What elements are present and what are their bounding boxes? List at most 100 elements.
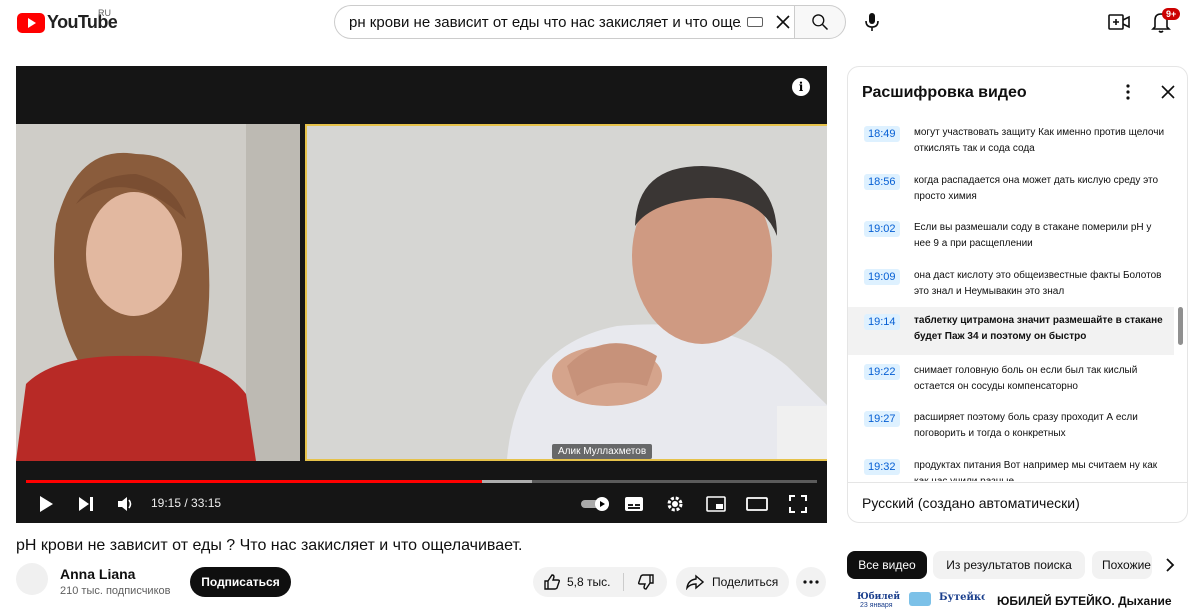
- info-icon[interactable]: i: [792, 78, 810, 96]
- transcript-segment-active[interactable]: 19:14 таблетку цитрамона значит размешай…: [848, 307, 1174, 355]
- volume-button[interactable]: [112, 490, 140, 518]
- volume-icon: [118, 497, 132, 511]
- create-button[interactable]: [1104, 7, 1134, 37]
- search-button[interactable]: [794, 5, 846, 39]
- fullscreen-button[interactable]: [784, 490, 812, 518]
- microphone-icon: [865, 13, 879, 31]
- transcript-segment[interactable]: 19:22 снимает головную боль он если был …: [848, 357, 1174, 405]
- share-label: Поделиться: [712, 575, 779, 589]
- transcript-close-button[interactable]: [1156, 80, 1180, 104]
- video-frame[interactable]: Алик Муллахметов i: [16, 66, 827, 523]
- segment-timestamp[interactable]: 19:27: [864, 411, 900, 427]
- segment-text: Если вы размешали соду в стакане померил…: [914, 222, 1152, 249]
- miniplayer-button[interactable]: [702, 490, 730, 518]
- create-video-icon: [1108, 14, 1130, 30]
- progress-played: [26, 480, 482, 483]
- autoplay-toggle[interactable]: [578, 490, 614, 518]
- recommendation-title[interactable]: ЮБИЛЕЙ БУТЕЙКО. Дыхание: [997, 594, 1172, 608]
- search-query-text: рн крови не зависит от еды что нас закис…: [349, 13, 741, 31]
- segment-text: таблетку цитрамона значит размешайте в с…: [914, 315, 1163, 342]
- progress-bar[interactable]: [26, 480, 817, 483]
- autoplay-icon: [581, 497, 609, 511]
- segment-timestamp[interactable]: 18:49: [864, 126, 900, 142]
- thumbs-down-icon: [637, 574, 654, 590]
- transcript-segment[interactable]: 18:49 могут участвовать защиту Как именн…: [848, 119, 1174, 167]
- subtitles-button[interactable]: [620, 490, 648, 518]
- segment-timestamp[interactable]: 19:14: [864, 314, 900, 330]
- theater-icon: [746, 497, 768, 511]
- participant-tile-left: [16, 124, 300, 461]
- subscribe-button[interactable]: Подписаться: [190, 567, 291, 597]
- like-dislike-group: 5,8 тыс.: [533, 567, 667, 597]
- video-player[interactable]: Алик Муллахметов i 19:15 / 33:15: [16, 66, 827, 523]
- thumbnail-text-jubilee: Юбилей: [857, 592, 901, 602]
- segment-timestamp[interactable]: 19:22: [864, 364, 900, 380]
- participant-name-tag: Алик Муллахметов: [552, 444, 653, 459]
- segment-text: снимает головную боль он если был так ки…: [914, 365, 1138, 392]
- share-button[interactable]: Поделиться: [676, 567, 789, 597]
- woman-video-image: [16, 124, 300, 461]
- transcript-segment[interactable]: 19:02 Если вы размешали соду в стакане п…: [848, 214, 1174, 262]
- segment-text: расширяет поэтому боль сразу проходит А …: [914, 412, 1138, 439]
- player-controls: 19:15 / 33:15: [16, 486, 827, 522]
- segment-text: могут участвовать защиту Как именно прот…: [914, 127, 1165, 154]
- transcript-segment[interactable]: 19:27 расширяет поэтому боль сразу прохо…: [848, 404, 1174, 452]
- chips-next-button[interactable]: [1160, 555, 1180, 575]
- thumbnail-photo: [909, 592, 931, 606]
- keyboard-icon[interactable]: [747, 17, 763, 27]
- channel-avatar[interactable]: [16, 563, 48, 595]
- settings-button[interactable]: [661, 490, 689, 518]
- channel-name[interactable]: Anna Liana: [60, 566, 135, 582]
- chevron-right-icon: [1166, 558, 1175, 572]
- more-horizontal-icon: [803, 580, 819, 584]
- clear-search-icon[interactable]: [771, 10, 795, 34]
- transcript-scrollbar[interactable]: [1178, 307, 1183, 345]
- segment-timestamp[interactable]: 19:02: [864, 221, 900, 237]
- segment-text: она даст кислоту это общеизвестные факты…: [914, 270, 1162, 297]
- subscriber-count: 210 тыс. подписчиков: [60, 585, 171, 597]
- thumbnail-text-date: 23 января: [860, 602, 893, 609]
- participant-tile-right: [305, 124, 827, 461]
- segment-text: продуктах питания Вот например мы считае…: [914, 460, 1158, 481]
- thumbnail-text-buteyko: Бутейко: [939, 592, 985, 603]
- video-title: pH крови не зависит от еды ? Что нас зак…: [16, 537, 523, 554]
- recommendation-thumbnail[interactable]: Юбилей Бутейко 23 января: [855, 590, 985, 610]
- chip-related[interactable]: Похожие: [1092, 551, 1152, 579]
- transcript-segment[interactable]: 19:09 она даст кислоту это общеизвестные…: [848, 262, 1174, 310]
- chip-all-videos[interactable]: Все видео: [847, 551, 927, 579]
- segment-timestamp[interactable]: 19:09: [864, 269, 900, 285]
- dislike-button[interactable]: [624, 567, 667, 597]
- theater-mode-button[interactable]: [743, 490, 771, 518]
- transcript-language-select[interactable]: Русский (создано автоматически): [862, 495, 1080, 511]
- like-count: 5,8 тыс.: [567, 575, 611, 589]
- close-icon: [1161, 85, 1175, 99]
- segment-timestamp[interactable]: 18:56: [864, 174, 900, 190]
- transcript-segment[interactable]: 18:56 когда распадается она может дать к…: [848, 167, 1174, 215]
- segment-timestamp[interactable]: 19:32: [864, 459, 900, 475]
- thumbs-up-icon: [544, 574, 561, 590]
- like-button[interactable]: 5,8 тыс.: [533, 567, 623, 597]
- play-logo-icon: [17, 12, 45, 33]
- more-vertical-icon: [1126, 84, 1130, 100]
- search-input[interactable]: рн крови не зависит от еды что нас закис…: [334, 5, 794, 39]
- transcript-panel: Расшифровка видео 18:49 могут участвоват…: [847, 66, 1188, 523]
- man-video-image: [307, 126, 827, 459]
- transcript-menu-button[interactable]: [1116, 80, 1140, 104]
- more-actions-button[interactable]: [796, 567, 826, 597]
- play-button[interactable]: [32, 490, 60, 518]
- transcript-title: Расшифровка видео: [862, 84, 1027, 101]
- next-button[interactable]: [72, 490, 100, 518]
- subtitles-icon: [625, 497, 643, 511]
- chip-from-search[interactable]: Из результатов поиска: [933, 551, 1085, 579]
- masthead: YouTube RU рн крови не зависит от еды чт…: [0, 0, 1200, 44]
- transcript-segment[interactable]: 19:32 продуктах питания Вот например мы …: [848, 452, 1174, 481]
- time-display: 19:15 / 33:15: [151, 496, 222, 510]
- next-icon: [79, 497, 93, 511]
- gear-icon: [667, 496, 683, 512]
- voice-search-button[interactable]: [856, 6, 888, 38]
- segment-text: когда распадается она может дать кислую …: [914, 175, 1159, 202]
- transcript-header: Расшифровка видео: [848, 67, 1187, 117]
- miniplayer-icon: [706, 496, 726, 512]
- transcript-footer: Русский (создано автоматически): [848, 482, 1187, 522]
- share-icon: [686, 574, 704, 590]
